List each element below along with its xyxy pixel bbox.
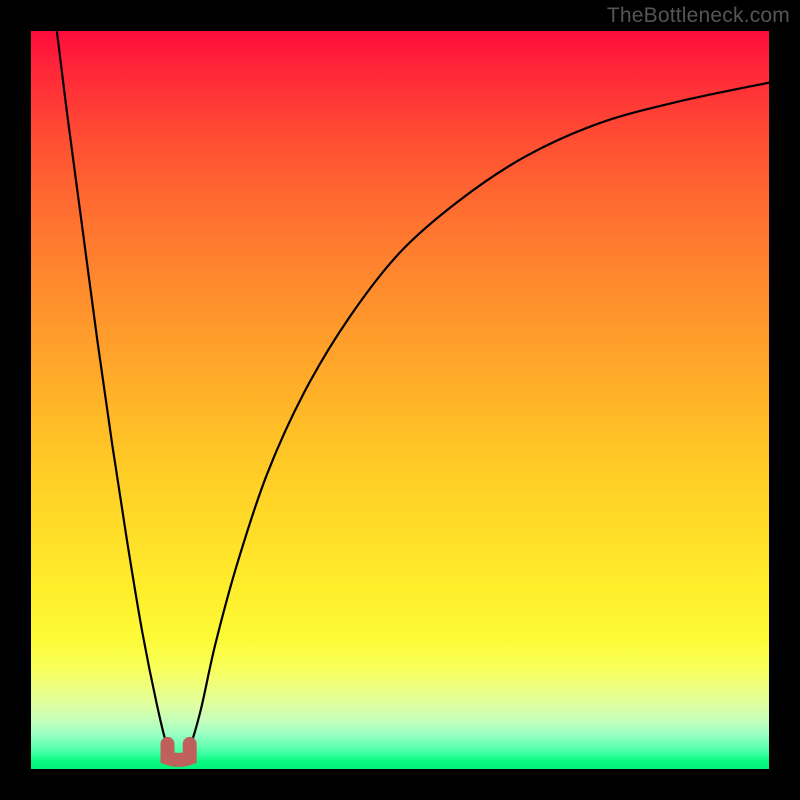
- optimum-marker: [168, 744, 190, 760]
- attribution-label: TheBottleneck.com: [607, 4, 790, 28]
- chart-svg: [31, 31, 769, 769]
- bottleneck-curve: [57, 31, 769, 762]
- plot-area: [31, 31, 769, 769]
- chart-frame: TheBottleneck.com: [0, 0, 800, 800]
